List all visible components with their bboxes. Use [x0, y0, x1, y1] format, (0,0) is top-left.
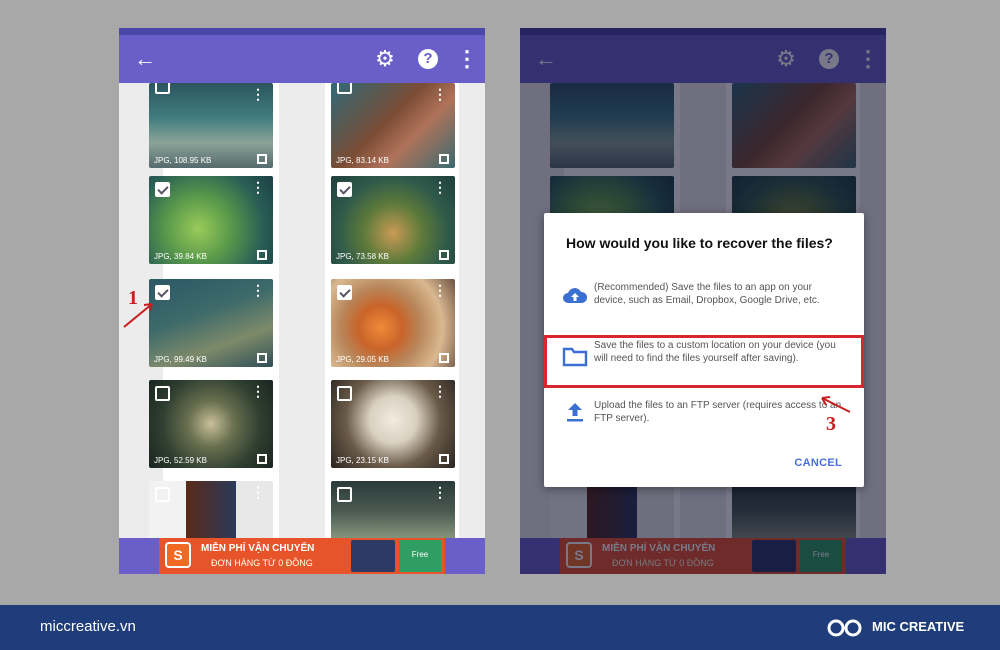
option-save-to-app[interactable]: (Recommended) Save the files to an app o…: [544, 281, 864, 325]
photo-thumbnail[interactable]: ⋮: [331, 481, 455, 541]
photo-grid: ⋮ JPG, 108.95 KB ⋮ JPG, 83.14 KB ⋮ JPG, …: [119, 83, 485, 541]
recover-dialog: How would you like to recover the files?…: [544, 213, 864, 487]
expand-icon[interactable]: [439, 353, 449, 363]
more-vert-icon[interactable]: ⋮: [251, 485, 265, 499]
more-vert-icon[interactable]: ⋮: [251, 87, 265, 101]
photo-checkbox[interactable]: [155, 487, 170, 502]
more-vert-icon[interactable]: ⋮: [251, 180, 265, 194]
phone-screen-file-list: ← ⚙ ? ⋮ ⋮ JPG, 108.95 KB ⋮ JPG, 83.14 KB…: [119, 28, 485, 574]
ad-content[interactable]: S MIỄN PHÍ VẬN CHUYỂN ĐƠN HÀNG TỪ 0 ĐỒNG…: [159, 538, 445, 574]
cancel-button[interactable]: CANCEL: [794, 457, 842, 469]
photo-checkbox[interactable]: [155, 83, 170, 94]
shopee-bag-icon: S: [165, 542, 191, 568]
ad-headline: MIỄN PHÍ VẬN CHUYỂN: [201, 543, 315, 554]
file-info: JPG, 39.84 KB: [154, 252, 207, 261]
photo-checkbox[interactable]: [155, 182, 170, 197]
photo-thumbnail[interactable]: ⋮ JPG, 73.58 KB: [331, 176, 455, 264]
photo-checkbox[interactable]: [155, 386, 170, 401]
file-info: JPG, 99.49 KB: [154, 355, 207, 364]
ad-image: [351, 540, 395, 572]
more-vert-icon[interactable]: ⋮: [455, 46, 479, 71]
more-vert-icon[interactable]: ⋮: [251, 384, 265, 398]
option-ftp-upload[interactable]: Upload the files to an FTP server (requi…: [544, 399, 864, 439]
more-vert-icon[interactable]: ⋮: [433, 384, 447, 398]
file-info: JPG, 73.58 KB: [336, 252, 389, 261]
expand-icon[interactable]: [257, 250, 267, 260]
file-info: JPG, 108.95 KB: [154, 156, 212, 165]
dialog-title: How would you like to recover the files?: [566, 235, 833, 251]
back-arrow-icon[interactable]: ←: [133, 47, 157, 71]
step-1-label: 1: [128, 287, 138, 309]
option-text: Upload the files to an FTP server (requi…: [594, 400, 842, 424]
status-bar: [119, 28, 485, 35]
photo-checkbox[interactable]: [337, 182, 352, 197]
photo-thumbnail[interactable]: ⋮ JPG, 29.05 KB: [331, 279, 455, 367]
ad-subline: ĐƠN HÀNG TỪ 0 ĐỒNG: [211, 558, 313, 568]
upload-icon: [567, 403, 583, 422]
ad-banner[interactable]: S MIỄN PHÍ VẬN CHUYỂN ĐƠN HÀNG TỪ 0 ĐỒNG…: [119, 538, 485, 574]
app-bar: ← ⚙ ? ⋮: [119, 35, 485, 83]
more-vert-icon[interactable]: ⋮: [251, 283, 265, 297]
photo-thumbnail[interactable]: ⋮ JPG, 108.95 KB: [149, 83, 273, 168]
file-info: JPG, 29.05 KB: [336, 355, 389, 364]
photo-thumbnail[interactable]: ⋮ JPG, 99.49 KB: [149, 279, 273, 367]
photo-checkbox[interactable]: [337, 285, 352, 300]
expand-icon[interactable]: [257, 353, 267, 363]
photo-checkbox[interactable]: [155, 285, 170, 300]
expand-icon[interactable]: [439, 454, 449, 464]
mic-creative-logo-icon: [827, 619, 862, 637]
gear-icon[interactable]: ⚙: [373, 46, 397, 71]
more-vert-icon[interactable]: ⋮: [433, 87, 447, 101]
step-highlight-box: [544, 335, 864, 388]
photo-checkbox[interactable]: [337, 487, 352, 502]
expand-icon[interactable]: [439, 154, 449, 164]
file-info: JPG, 52.59 KB: [154, 456, 207, 465]
more-vert-icon[interactable]: ⋮: [433, 485, 447, 499]
photo-thumbnail[interactable]: ⋮ JPG, 23.15 KB: [331, 380, 455, 468]
expand-icon[interactable]: [257, 454, 267, 464]
more-vert-icon[interactable]: ⋮: [433, 283, 447, 297]
cloud-upload-icon: [563, 288, 588, 303]
file-info: JPG, 83.14 KB: [336, 156, 389, 165]
expand-icon[interactable]: [439, 250, 449, 260]
photo-thumbnail[interactable]: ⋮ JPG, 52.59 KB: [149, 380, 273, 468]
photo-checkbox[interactable]: [337, 83, 352, 94]
file-info: JPG, 23.15 KB: [336, 456, 389, 465]
expand-icon[interactable]: [257, 154, 267, 164]
more-vert-icon[interactable]: ⋮: [433, 180, 447, 194]
footer-bar: miccreative.vn MIC CREATIVE: [0, 605, 1000, 650]
photo-thumbnail[interactable]: ⋮: [149, 481, 273, 541]
brand-name: MIC CREATIVE: [872, 619, 965, 634]
help-icon[interactable]: ?: [416, 47, 440, 71]
photo-thumbnail[interactable]: ⋮ JPG, 39.84 KB: [149, 176, 273, 264]
website-link[interactable]: miccreative.vn: [40, 618, 136, 635]
photo-thumbnail[interactable]: ⋮ JPG, 83.14 KB: [331, 83, 455, 168]
step-3-label: 3: [826, 413, 836, 435]
photo-checkbox[interactable]: [337, 386, 352, 401]
ad-free-badge[interactable]: Free: [399, 540, 441, 572]
option-text: (Recommended) Save the files to an app o…: [594, 282, 820, 306]
phone-screen-recover-dialog: ← ⚙ ? ⋮ S MIỄN PHÍ VẬN CHUYỂN ĐƠN HÀNG T…: [520, 28, 886, 574]
